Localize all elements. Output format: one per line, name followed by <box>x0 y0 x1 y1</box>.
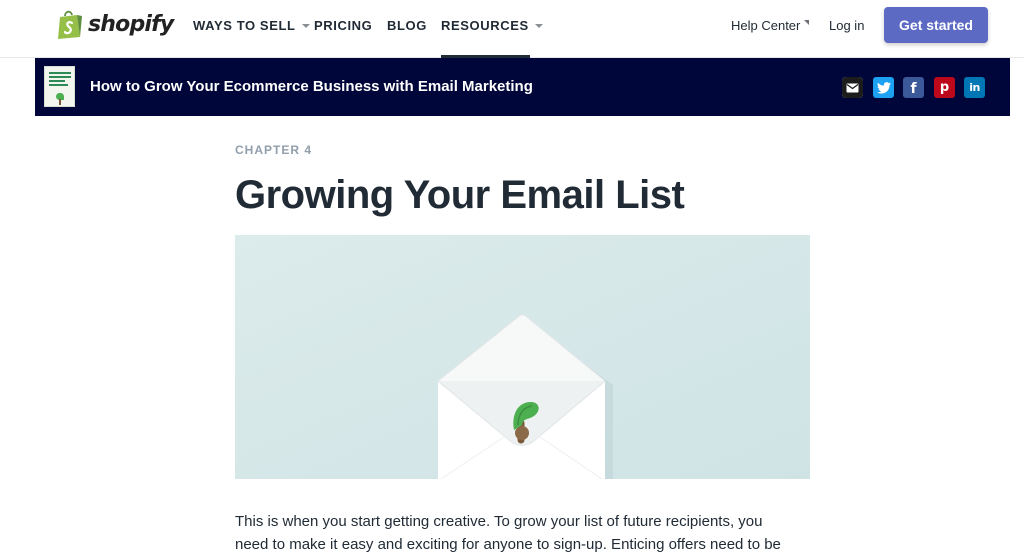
guide-header-bar: How to Grow Your Ecommerce Business with… <box>35 58 1010 116</box>
nav-blog-label: BLOG <box>387 18 427 33</box>
pinterest-icon: p <box>939 80 950 95</box>
linkedin-share-button[interactable]: in <box>964 77 985 98</box>
nav-pricing-label: PRICING <box>314 18 373 33</box>
help-center-label: Help Center <box>731 18 801 33</box>
envelope-with-sprout-illustration <box>235 235 810 479</box>
chevron-down-icon <box>534 23 543 28</box>
hero-image <box>235 235 810 479</box>
nav-pricing[interactable]: PRICING <box>314 18 372 33</box>
chevron-down-icon <box>301 23 310 28</box>
twitter-share-button[interactable] <box>873 77 894 98</box>
article-text-line: This is when you start getting creative.… <box>235 513 763 530</box>
get-started-button[interactable]: Get started <box>884 7 988 43</box>
shopify-bag-icon <box>58 10 82 39</box>
nav-resources[interactable]: RESOURCES <box>441 18 543 33</box>
guide-title: How to Grow Your Ecommerce Business with… <box>90 78 533 95</box>
facebook-share-button[interactable]: f <box>903 77 924 98</box>
nav-ways-to-sell[interactable]: WAYS TO SELL <box>193 18 310 33</box>
email-icon <box>842 77 863 98</box>
article-text-line: need to make it easy and exciting for an… <box>235 536 781 553</box>
log-in-link[interactable]: Log in <box>829 18 864 33</box>
page-title: Growing Your Email List <box>235 173 685 217</box>
facebook-icon: f <box>910 80 917 97</box>
external-link-icon <box>804 20 810 25</box>
article-intro-paragraph: This is when you start getting creative.… <box>235 510 810 556</box>
help-center-link[interactable]: Help Center <box>731 18 810 33</box>
nav-resources-label: RESOURCES <box>441 18 529 33</box>
nav-ways-to-sell-label: WAYS TO SELL <box>193 18 296 33</box>
pinterest-share-button[interactable]: p <box>934 77 955 98</box>
nav-blog[interactable]: BLOG <box>387 18 427 33</box>
twitter-icon <box>876 81 891 94</box>
email-share-button[interactable] <box>842 77 863 98</box>
shopify-wordmark: shopify <box>88 11 174 37</box>
chapter-label: CHAPTER 4 <box>235 143 313 157</box>
shopify-logo[interactable]: shopify <box>57 8 174 40</box>
linkedin-icon: in <box>969 81 980 94</box>
top-navigation: shopify WAYS TO SELL PRICING BLOG RESOUR… <box>0 0 1024 58</box>
guide-cover-thumbnail <box>44 66 75 107</box>
